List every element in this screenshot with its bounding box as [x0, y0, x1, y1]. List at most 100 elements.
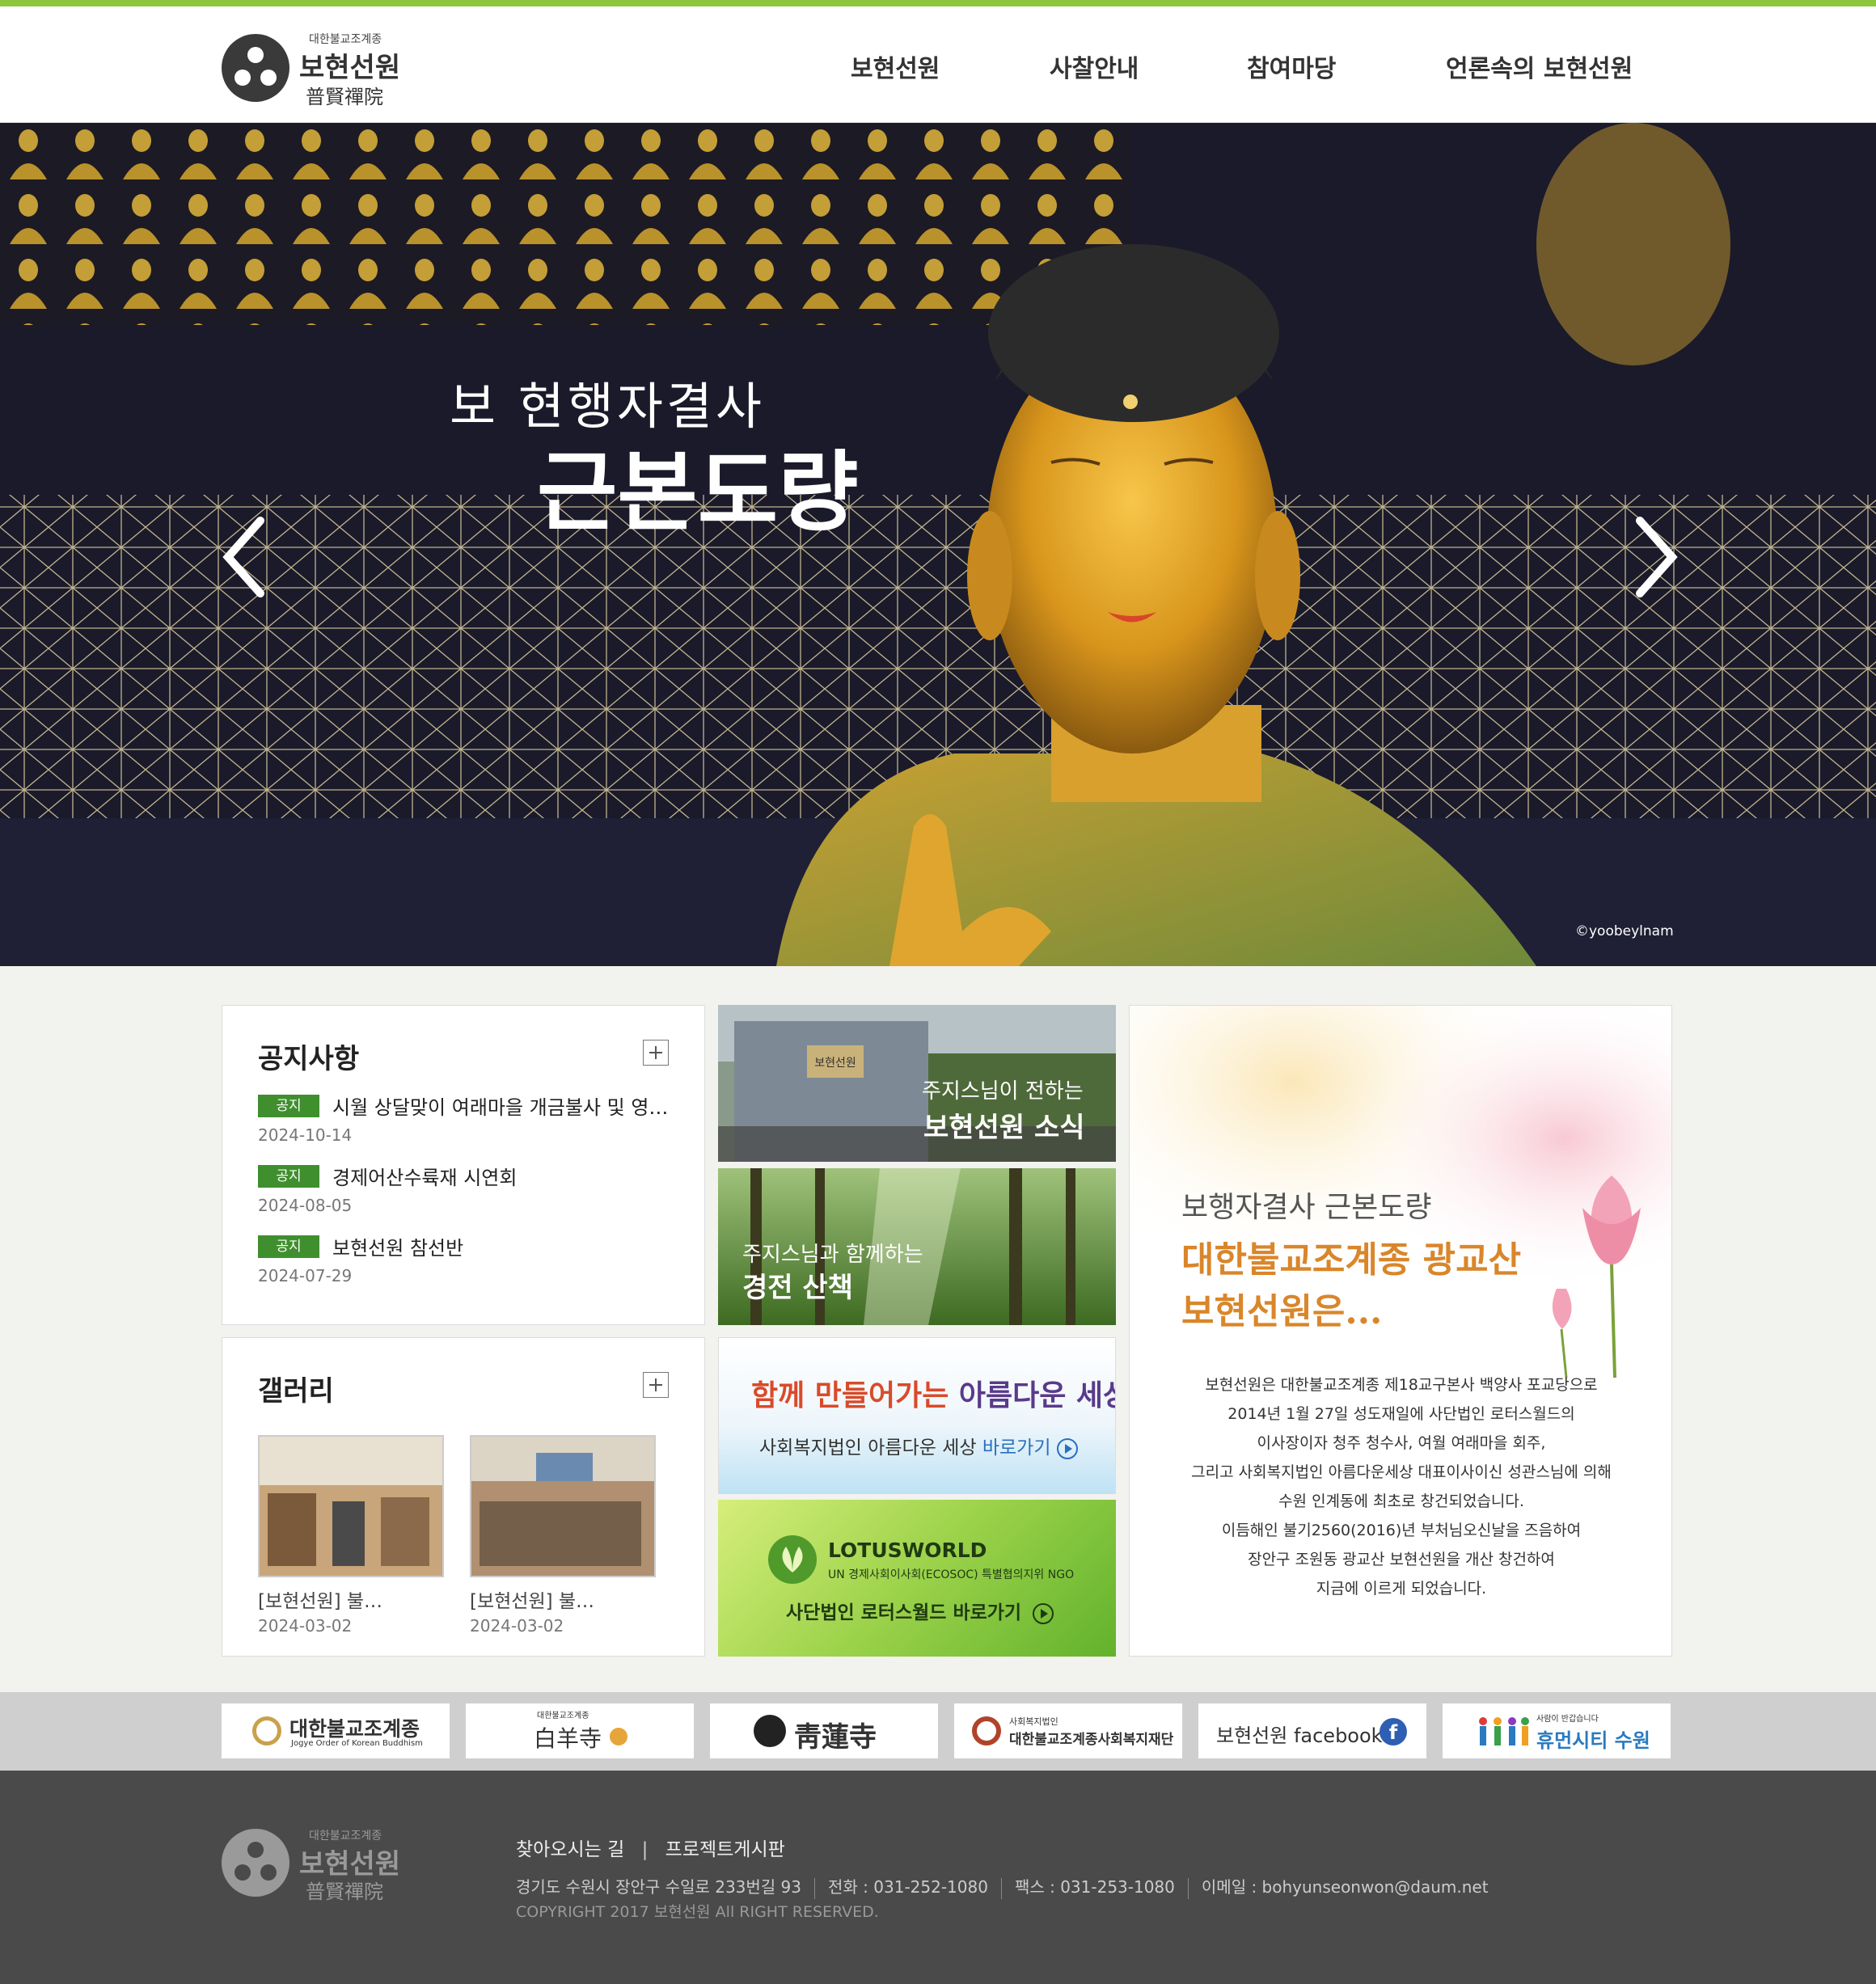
notice-tag: 공지: [258, 1165, 319, 1188]
footer-fax: 팩스 : 031-253-1080: [1014, 1877, 1175, 1897]
temple-sign-text: 보현선원: [814, 1057, 856, 1070]
footer-separator: [814, 1877, 816, 1899]
partner-label: 대한불교조계종: [289, 1717, 420, 1741]
gallery-date: 2024-03-02: [470, 1616, 564, 1636]
abbot-news-tile[interactable]: 보현선원 주지스님이 전하는 보현선원 소식: [718, 1005, 1116, 1162]
beautiful-world-link[interactable]: 사회복지법인 아름다운 세상 바로가기: [759, 1432, 1078, 1459]
notice-box: 공지사항 공지 시월 상달맞이 여래마을 개금불사 및 영… 2024-10-1…: [222, 1005, 705, 1325]
hero-title-line2: 근본도량: [537, 441, 859, 543]
partner-cheongnyeonsa[interactable]: 靑蓮寺: [710, 1703, 938, 1758]
facebook-icon: f: [1380, 1718, 1407, 1745]
walk-tile-subtitle: 주지스님과 함께하는: [742, 1243, 923, 1267]
partner-label: 휴먼시티 수원: [1536, 1729, 1650, 1752]
lotus-link-label: 사단법인 로터스월드 바로가기: [786, 1602, 1022, 1623]
nav-item-press[interactable]: 언론속의 보현선원: [1446, 49, 1633, 84]
footer-separator: [1000, 1877, 1002, 1899]
intro-body-line: 그리고 사회복지법인 아름다운세상 대표이사이신 성관스님에 의해: [1191, 1463, 1612, 1481]
intro-line2: 대한불교조계종 광교산: [1181, 1239, 1522, 1281]
hero-next-arrow-icon[interactable]: [1624, 504, 1688, 610]
partner-facebook[interactable]: 보현선원 facebook f: [1198, 1703, 1426, 1758]
baekyangsa-logo-icon: [610, 1728, 627, 1745]
gallery-caption[interactable]: [보현선원] 불…: [258, 1585, 382, 1613]
notice-tag: 공지: [258, 1095, 319, 1117]
gallery-caption[interactable]: [보현선원] 불…: [470, 1585, 594, 1613]
notice-more-plus-icon[interactable]: [643, 1040, 669, 1066]
notice-item-date: 2024-08-05: [258, 1196, 353, 1215]
partner-label: 白羊寺: [534, 1725, 602, 1752]
partner-label: 보현선원 facebook: [1216, 1724, 1383, 1747]
lotus-leaf-icon: [768, 1535, 817, 1584]
jogye-logo-icon: [252, 1716, 281, 1745]
footer-copyright: COPYRIGHT 2017 보현선원 All RIGHT RESERVED.: [516, 1903, 879, 1921]
arrow-circle-icon: [1056, 1437, 1078, 1459]
lotus-link[interactable]: 사단법인 로터스월드 바로가기: [786, 1597, 1054, 1624]
partner-baekyangsa[interactable]: 대한불교조계종 白羊寺: [466, 1703, 694, 1758]
notice-item-date: 2024-07-29: [258, 1266, 353, 1285]
notice-item-title[interactable]: 시월 상달맞이 여래마을 개금불사 및 영…: [332, 1091, 672, 1120]
partner-sublabel: 사회복지법인: [1009, 1716, 1058, 1727]
lotus-tagline: UN 경제사회이사회(ECOSOC) 특별협의지위 NGO: [828, 1568, 1075, 1581]
main-nav: 보현선원 사찰안내 참여마당 언론속의 보현선원: [0, 49, 1876, 89]
nav-item-bohyunseonwon[interactable]: 보현선원: [851, 49, 940, 84]
hero-prev-arrow-icon[interactable]: [212, 504, 277, 610]
footer-link-directions[interactable]: 찾아오시는 길: [516, 1839, 624, 1860]
suwon-city-logo-icon: [1475, 1715, 1532, 1747]
footer-link-project-board[interactable]: 프로젝트게시판: [665, 1839, 785, 1860]
hero-photo-credit: ©yoobeylnam: [1575, 923, 1674, 939]
intro-body-line: 장안구 조원동 광교산 보현선원을 개산 창건하여: [1248, 1551, 1555, 1568]
footer-logo-hanja: 普賢禪院: [306, 1881, 383, 1903]
lotusworld-banner[interactable]: LOTUSWORLD UN 경제사회이사회(ECOSOC) 특별협의지위 NGO…: [718, 1500, 1116, 1657]
partner-links-bar: 대한불교조계종 Jogye Order of Korean Buddhism 대…: [0, 1692, 1876, 1771]
gallery-thumbnail[interactable]: [258, 1435, 444, 1577]
notice-item-title[interactable]: 경제어산수륙재 시연회: [332, 1162, 672, 1190]
gallery-title: 갤러리: [258, 1375, 334, 1408]
arrow-circle-icon: [1033, 1602, 1054, 1624]
news-tile-title: 보현선원 소식: [923, 1112, 1085, 1144]
walk-tile-title: 경전 산책: [742, 1272, 853, 1304]
hero-background-image: [0, 123, 1876, 966]
notice-item-title[interactable]: 보현선원 참선반: [332, 1232, 672, 1260]
partner-sublabel: 사람이 반갑습니다: [1536, 1715, 1599, 1724]
footer-separator: [1187, 1877, 1189, 1899]
partner-sublabel: Jogye Order of Korean Buddhism: [291, 1739, 423, 1748]
nav-item-temple-guide[interactable]: 사찰안내: [1050, 49, 1139, 84]
cheongnyeonsa-logo-icon: [754, 1715, 786, 1747]
nav-item-participation[interactable]: 참여마당: [1247, 49, 1336, 84]
beautiful-world-banner[interactable]: 함께 만들어가는 아름다운 세상 사회복지법인 아름다운 세상 바로가기: [718, 1337, 1116, 1494]
partner-label: 靑蓮寺: [794, 1721, 877, 1754]
notice-item[interactable]: 공지 시월 상달맞이 여래마을 개금불사 및 영… 2024-10-14: [258, 1091, 678, 1156]
footer-address: 경기도 수원시 장안구 수일로 233번길 93: [516, 1877, 802, 1897]
headline-part-b: 아름다운 세상: [958, 1379, 1116, 1412]
gallery-more-plus-icon[interactable]: [643, 1372, 669, 1398]
intro-body-line: 지금에 이르게 되었습니다.: [1316, 1580, 1487, 1598]
partner-welfare-foundation[interactable]: 사회복지법인 대한불교조계종사회복지재단: [954, 1703, 1182, 1758]
partner-label: 대한불교조계종사회복지재단: [1009, 1732, 1174, 1748]
footer-dharma-logo-icon: [222, 1829, 289, 1897]
lotus-brand: LOTUSWORLD: [828, 1539, 987, 1562]
partner-suwon-city[interactable]: 사람이 반갑습니다 휴먼시티 수원: [1443, 1703, 1671, 1758]
intro-body-line: 2014년 1월 27일 성도재일에 사단법인 로터스월드의: [1227, 1405, 1575, 1423]
gallery-date: 2024-03-02: [258, 1616, 353, 1636]
news-tile-subtitle: 주지스님이 전하는: [922, 1079, 1084, 1104]
notice-item[interactable]: 공지 경제어산수륙재 시연회 2024-08-05: [258, 1162, 678, 1226]
hero-slider: 보 현행자결사 근본도량 ©yoobeylnam: [0, 123, 1876, 966]
headline-part-a: 함께 만들어가는: [751, 1379, 949, 1412]
beautiful-world-headline: 함께 만들어가는 아름다운 세상: [751, 1372, 1116, 1414]
scripture-walk-tile[interactable]: 주지스님과 함께하는 경전 산책: [718, 1168, 1116, 1325]
main-content: 공지사항 공지 시월 상달맞이 여래마을 개금불사 및 영… 2024-10-1…: [0, 966, 1876, 1692]
intro-line3: 보현선원은...: [1181, 1291, 1383, 1332]
notice-tag: 공지: [258, 1235, 319, 1258]
temple-intro-box: 보행자결사 근본도량 대한불교조계종 광교산 보현선원은... 보현선원은 대한…: [1129, 1005, 1672, 1657]
top-accent-bar: [0, 0, 1876, 6]
intro-line1: 보행자결사 근본도량: [1181, 1191, 1432, 1224]
partner-jogye[interactable]: 대한불교조계종 Jogye Order of Korean Buddhism: [222, 1703, 450, 1758]
gallery-thumbnail[interactable]: [470, 1435, 656, 1577]
link-go-label: 바로가기: [982, 1437, 1051, 1458]
notice-item-date: 2024-10-14: [258, 1125, 353, 1145]
notice-item[interactable]: 공지 보현선원 참선반 2024-07-29: [258, 1232, 678, 1297]
gallery-box: 갤러리 [보현선원] 불… 2024-03-02 [보현선원] 불… 2024-…: [222, 1337, 705, 1657]
footer-email[interactable]: 이메일 : bohyunseonwon@daum.net: [1202, 1877, 1489, 1897]
site-footer: 대한불교조계종 보현선원 普賢禪院 찾아오시는 길 | 프로젝트게시판 경기도 …: [0, 1771, 1876, 1984]
footer-links: 찾아오시는 길 | 프로젝트게시판: [516, 1834, 785, 1861]
intro-body-line: 이사장이자 청주 청수사, 여월 여래마을 회주,: [1257, 1434, 1546, 1452]
